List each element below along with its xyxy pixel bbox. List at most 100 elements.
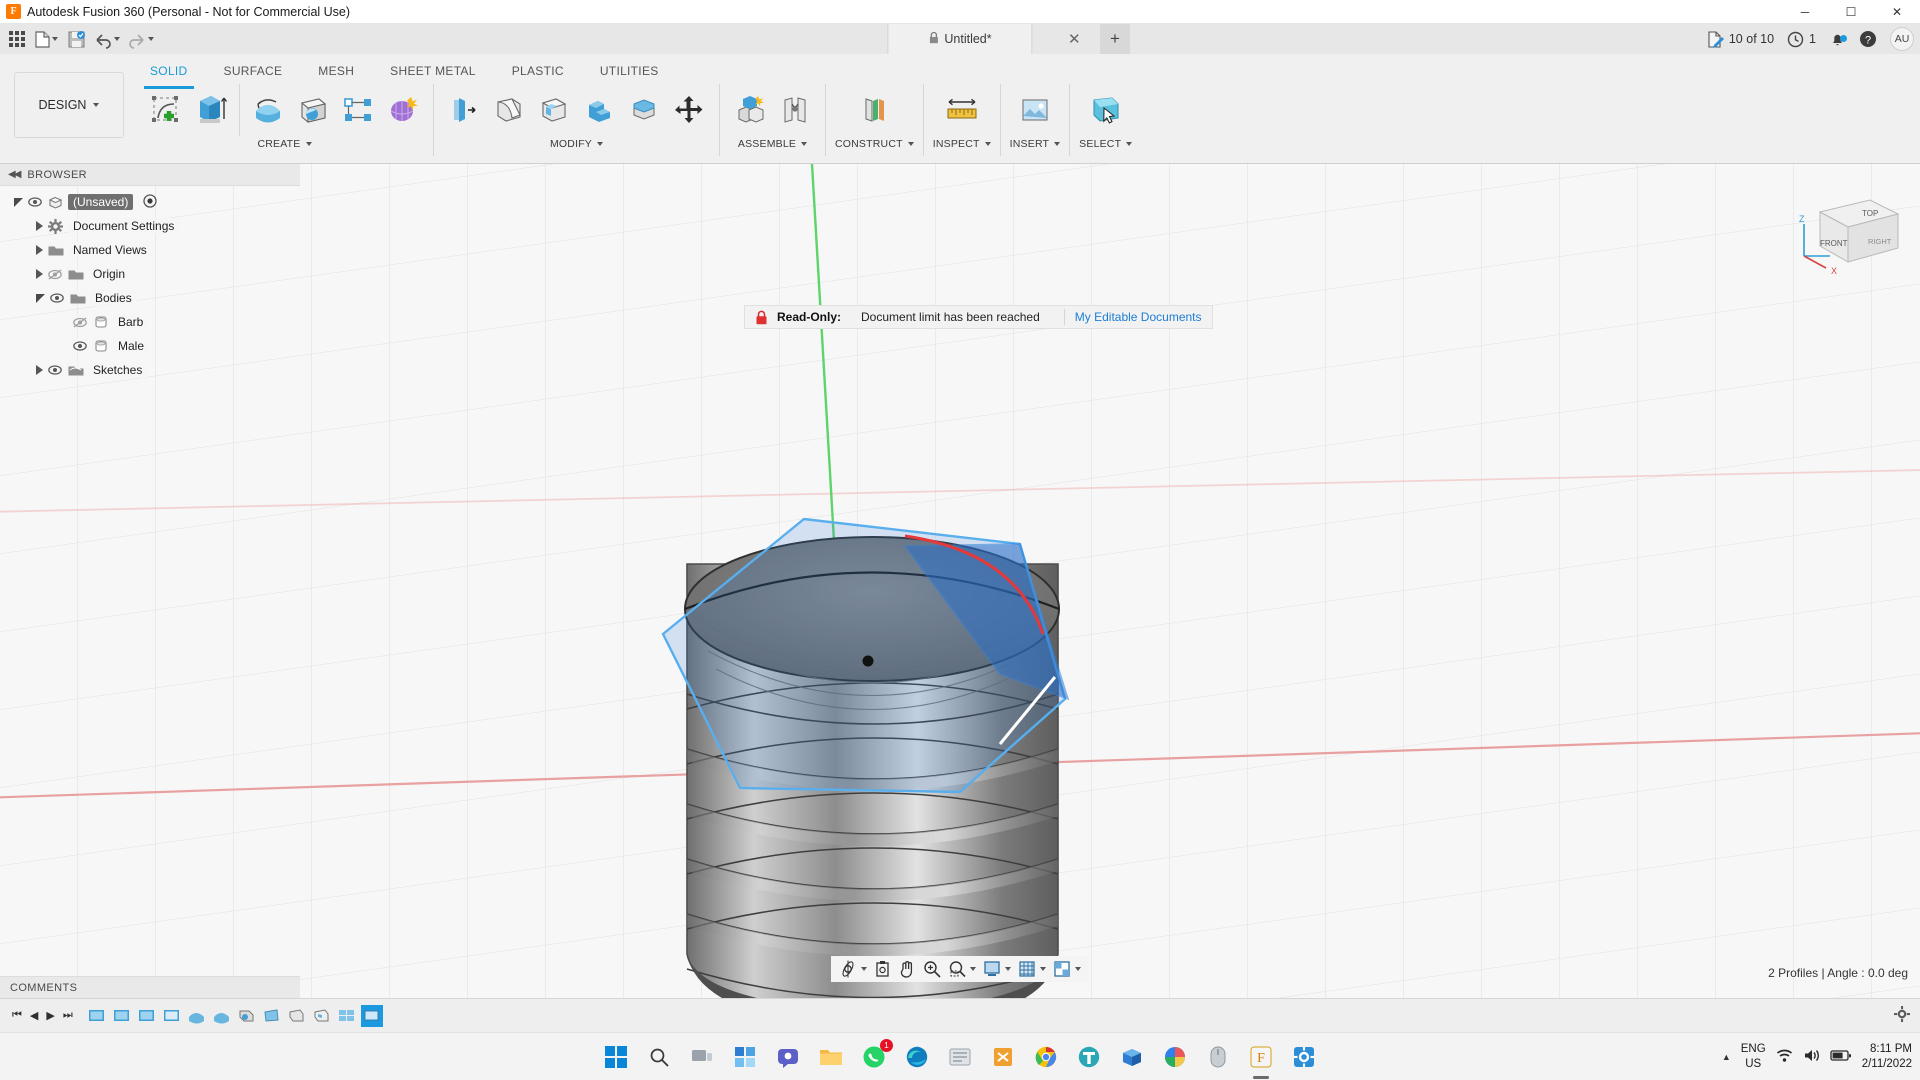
tab-plastic[interactable]: PLASTIC	[494, 64, 582, 84]
timeline-go-start-icon[interactable]: ⏮	[12, 1009, 22, 1022]
timeline-go-end-icon[interactable]: ⏭	[63, 1009, 73, 1022]
volume-icon[interactable]	[1803, 1048, 1820, 1066]
undo-icon[interactable]	[91, 26, 123, 52]
chrome-icon[interactable]	[1030, 1041, 1062, 1073]
clock[interactable]: 8:11 PM 2/11/2022	[1862, 1042, 1912, 1071]
timeline-feature[interactable]	[161, 1005, 183, 1027]
look-at-icon[interactable]	[871, 957, 894, 981]
new-tab-button[interactable]: +	[1100, 24, 1130, 54]
zoom-icon[interactable]	[920, 957, 944, 981]
redo-icon[interactable]	[125, 26, 157, 52]
tree-item-unsaved[interactable]: (Unsaved)	[0, 190, 300, 214]
select-icon[interactable]	[1085, 87, 1127, 133]
measure-icon[interactable]	[941, 87, 983, 133]
split-body-icon[interactable]	[623, 87, 665, 133]
panel-create-label[interactable]: CREATE	[257, 136, 312, 152]
collapse-browser-icon[interactable]: ◀◀	[8, 169, 21, 180]
display-settings-icon[interactable]	[980, 957, 1014, 981]
timeline-feature[interactable]	[336, 1005, 358, 1027]
grid-snaps-icon[interactable]	[1015, 957, 1049, 981]
colorwheel-icon[interactable]	[1159, 1041, 1191, 1073]
excel-icon[interactable]	[987, 1041, 1019, 1073]
language-indicator[interactable]: ENG US	[1741, 1042, 1766, 1071]
tree-item-origin[interactable]: Origin	[0, 262, 300, 286]
create-form-icon[interactable]	[382, 87, 424, 133]
visibility-eye-hidden-icon[interactable]	[72, 314, 88, 330]
timeline-feature[interactable]	[261, 1005, 283, 1027]
fusion360-icon[interactable]: F	[1245, 1041, 1277, 1079]
close-tab-icon[interactable]: ✕	[1068, 30, 1081, 48]
tab-utilities[interactable]: UTILITIES	[582, 64, 677, 84]
expand-arrow-icon[interactable]	[36, 293, 45, 303]
timeline-feature[interactable]	[236, 1005, 258, 1027]
joint-icon[interactable]	[774, 87, 816, 133]
windows-start-icon[interactable]	[600, 1041, 632, 1073]
zoom-window-icon[interactable]	[945, 957, 979, 981]
teams-icon[interactable]	[772, 1041, 804, 1073]
activate-component-icon[interactable]	[143, 193, 158, 211]
whatsapp-icon[interactable]: 1	[858, 1038, 893, 1073]
sweep-icon[interactable]	[292, 87, 334, 133]
comments-panel[interactable]: COMMENTS	[0, 976, 300, 998]
offset-plane-icon[interactable]	[853, 87, 895, 133]
timeline-feature[interactable]	[136, 1005, 158, 1027]
view-cube[interactable]: TOP FRONT RIGHT Z X	[1790, 184, 1900, 284]
tree-item-bodies[interactable]: Bodies	[0, 286, 300, 310]
thingiverse-icon[interactable]	[1073, 1041, 1105, 1073]
timeline-feature[interactable]	[311, 1005, 333, 1027]
orbit-icon[interactable]	[836, 957, 870, 981]
show-hidden-icons-chevron[interactable]: ▲	[1722, 1052, 1731, 1062]
expand-arrow-icon[interactable]	[36, 365, 43, 375]
minimize-button[interactable]: ─	[1782, 0, 1828, 24]
job-status[interactable]: 1	[1787, 31, 1816, 48]
file-explorer-icon[interactable]	[815, 1041, 847, 1073]
document-tab[interactable]: Untitled*	[887, 24, 1033, 54]
box-icon[interactable]	[1116, 1041, 1148, 1073]
battery-icon[interactable]	[1830, 1049, 1852, 1065]
task-view-icon[interactable]	[686, 1041, 718, 1073]
help-icon[interactable]: ?	[1859, 30, 1877, 48]
visibility-eye-icon[interactable]	[27, 194, 43, 210]
tab-solid[interactable]: SOLID	[132, 64, 206, 89]
fillet-icon[interactable]	[488, 87, 530, 133]
tab-surface[interactable]: SURFACE	[206, 64, 301, 84]
panel-assemble-label[interactable]: ASSEMBLE	[738, 136, 808, 152]
apps-grid-icon[interactable]	[4, 26, 30, 52]
extrude-icon[interactable]	[190, 87, 232, 133]
panel-construct-label[interactable]: CONSTRUCT	[835, 136, 914, 152]
settings-icon[interactable]	[1288, 1041, 1320, 1073]
save-icon[interactable]	[63, 26, 89, 52]
timeline-feature[interactable]	[211, 1005, 233, 1027]
viewports-icon[interactable]	[1050, 957, 1084, 981]
shell-icon[interactable]	[533, 87, 575, 133]
close-button[interactable]: ✕	[1874, 0, 1920, 24]
visibility-eye-icon[interactable]	[72, 338, 88, 354]
new-component-icon[interactable]	[729, 87, 771, 133]
expand-arrow-icon[interactable]	[36, 245, 43, 255]
expand-arrow-icon[interactable]	[14, 197, 23, 207]
combine-icon[interactable]	[578, 87, 620, 133]
tree-item-named-views[interactable]: Named Views	[0, 238, 300, 262]
timeline-settings-icon[interactable]	[1894, 1006, 1910, 1025]
tree-item-document-settings[interactable]: Document Settings	[0, 214, 300, 238]
timeline-feature[interactable]	[111, 1005, 133, 1027]
tree-item-sketches[interactable]: Sketches	[0, 358, 300, 382]
new-document-icon[interactable]	[32, 26, 61, 52]
workspace-switcher[interactable]: DESIGN	[14, 72, 124, 138]
expand-arrow-icon[interactable]	[36, 221, 43, 231]
search-icon[interactable]	[643, 1041, 675, 1073]
panel-inspect-label[interactable]: INSPECT	[933, 136, 991, 152]
browser-header[interactable]: ◀◀ BROWSER	[0, 164, 300, 186]
visibility-eye-hidden-icon[interactable]	[47, 266, 63, 282]
expand-arrow-icon[interactable]	[36, 269, 43, 279]
tab-sheet-metal[interactable]: SHEET METAL	[372, 64, 494, 84]
tree-item-barb[interactable]: Barb	[0, 310, 300, 334]
panel-insert-label[interactable]: INSERT	[1010, 136, 1061, 152]
widgets-icon[interactable]	[729, 1041, 761, 1073]
timeline-step-back-icon[interactable]: ◀	[30, 1009, 38, 1022]
timeline-feature-selected[interactable]	[360, 1004, 383, 1027]
visibility-eye-icon[interactable]	[47, 362, 63, 378]
timeline-feature[interactable]	[286, 1005, 308, 1027]
wifi-icon[interactable]	[1776, 1048, 1793, 1066]
my-editable-documents-link[interactable]: My Editable Documents	[1075, 310, 1202, 324]
